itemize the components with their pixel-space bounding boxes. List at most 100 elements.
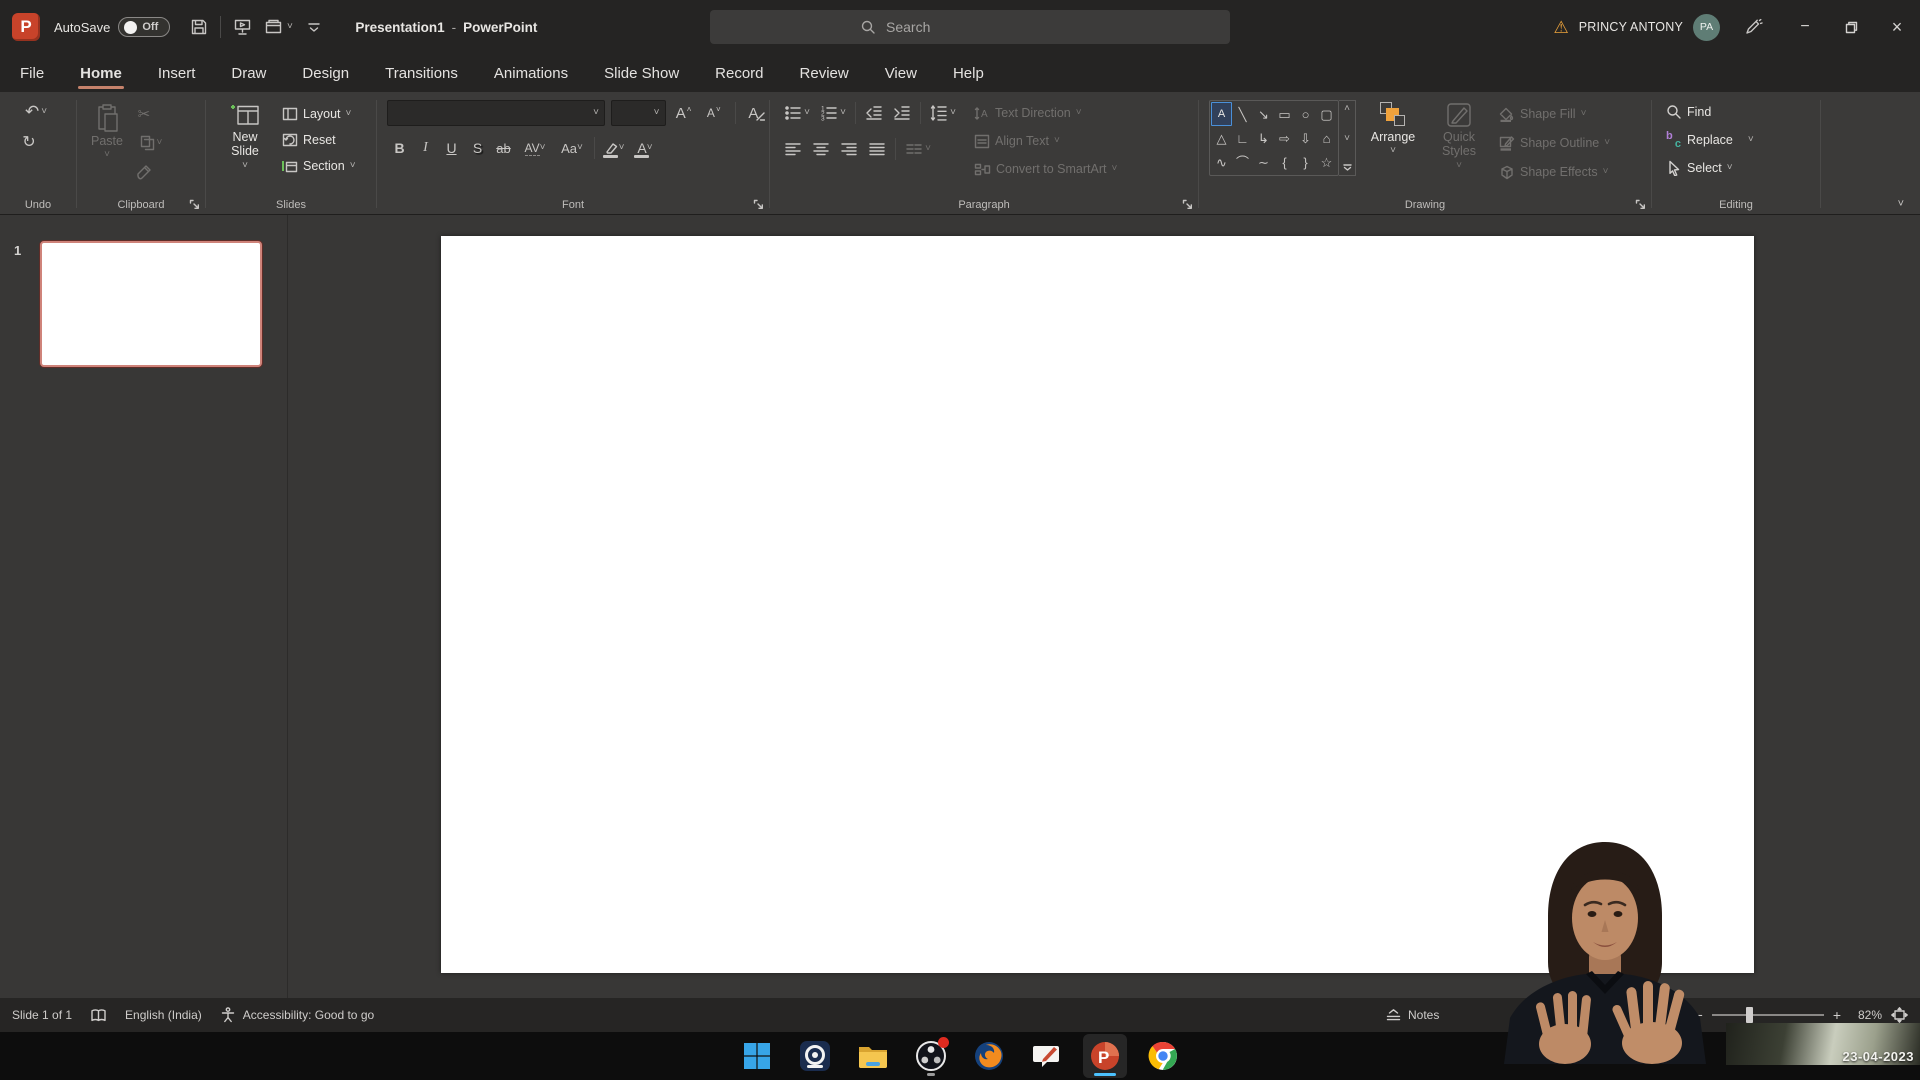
layout-button[interactable]: Layout ˅: [282, 102, 356, 126]
underline-button[interactable]: U: [439, 135, 464, 161]
fit-slide-to-window-icon[interactable]: [1891, 1007, 1908, 1023]
shape-freeform[interactable]: ⌂: [1316, 126, 1337, 150]
tab-draw[interactable]: Draw: [229, 54, 268, 92]
screen-clipping-button[interactable]: ˅: [257, 12, 299, 42]
section-button[interactable]: Section ˅: [282, 154, 356, 178]
replace-button[interactable]: b c Replace ˅: [1666, 128, 1820, 152]
line-spacing-button[interactable]: ˅: [926, 101, 960, 125]
convert-to-smartart-button[interactable]: Convert to SmartArt ˅: [974, 157, 1117, 181]
arrange-button[interactable]: Arrange ˅: [1366, 100, 1420, 184]
zoom-percent[interactable]: 82%: [1850, 1008, 1882, 1022]
increase-indent-button[interactable]: [889, 101, 915, 125]
tab-slide-show[interactable]: Slide Show: [602, 54, 681, 92]
find-button[interactable]: Find: [1666, 100, 1820, 124]
text-highlight-button[interactable]: ˅: [599, 135, 629, 161]
obs-studio-taskbar-icon[interactable]: [909, 1034, 953, 1078]
undo-button[interactable]: ↶˅: [16, 100, 56, 124]
user-name[interactable]: PRINCY ANTONY: [1579, 20, 1683, 34]
taskbar-language-indicator[interactable]: IN: [1648, 1050, 1660, 1062]
align-left-button[interactable]: [780, 137, 806, 161]
change-case-button[interactable]: Aa ˅: [554, 135, 590, 161]
bold-button[interactable]: B: [387, 135, 412, 161]
shape-line[interactable]: ╲: [1232, 102, 1253, 126]
file-explorer-taskbar-icon[interactable]: [851, 1034, 895, 1078]
clipboard-dialog-launcher[interactable]: [189, 199, 200, 210]
shape-effects-button[interactable]: Shape Effects ˅: [1498, 160, 1610, 184]
save-button[interactable]: [184, 12, 214, 42]
start-taskbar-icon[interactable]: [735, 1034, 779, 1078]
text-direction-button[interactable]: A Text Direction ˅: [974, 101, 1117, 125]
decrease-indent-button[interactable]: [861, 101, 887, 125]
slide-thumbnail[interactable]: [40, 241, 262, 367]
strikethrough-button[interactable]: ab: [491, 135, 516, 161]
tab-transitions[interactable]: Transitions: [383, 54, 460, 92]
shape-fill-button[interactable]: Shape Fill ˅: [1498, 102, 1610, 126]
spell-check-button[interactable]: [90, 1008, 107, 1023]
pen-editing-icon[interactable]: [1738, 12, 1768, 42]
zoom-out-button[interactable]: −: [1695, 1007, 1703, 1023]
new-slide-button[interactable]: New Slide ˅: [216, 100, 274, 184]
slide-indicator[interactable]: Slide 1 of 1: [12, 1008, 72, 1022]
character-spacing-button[interactable]: AV ˅: [517, 135, 553, 161]
tab-animations[interactable]: Animations: [492, 54, 570, 92]
close-button[interactable]: ×: [1874, 0, 1920, 54]
clear-formatting-button[interactable]: A: [745, 100, 769, 126]
accessibility-checker[interactable]: Accessibility: Good to go: [220, 1007, 374, 1023]
shape-block-arrow-down[interactable]: ⇩: [1295, 126, 1316, 150]
shape-star[interactable]: ☆: [1316, 150, 1337, 174]
decrease-font-size-button[interactable]: A˅: [702, 100, 726, 126]
shape-line-arrow[interactable]: ↘: [1253, 102, 1274, 126]
cut-button[interactable]: ✂: [131, 102, 157, 126]
numbering-button[interactable]: 123 ˅: [816, 101, 850, 125]
paste-button[interactable]: Paste ˅: [91, 100, 123, 184]
restore-button[interactable]: [1828, 0, 1874, 54]
gallery-more-icon[interactable]: [1343, 163, 1352, 172]
minimize-button[interactable]: −: [1782, 0, 1828, 54]
chrome-taskbar-icon[interactable]: [1141, 1034, 1185, 1078]
shape-elbow-arrow[interactable]: ↳: [1253, 126, 1274, 150]
shape-right-angle[interactable]: ∟: [1232, 126, 1253, 150]
shape-oval[interactable]: ○: [1295, 102, 1316, 126]
language-indicator[interactable]: English (India): [125, 1008, 202, 1022]
columns-button[interactable]: ˅: [901, 137, 935, 161]
quick-styles-button[interactable]: Quick Styles ˅: [1430, 100, 1488, 184]
italic-button[interactable]: I: [413, 135, 438, 161]
copy-button[interactable]: ˅: [131, 131, 171, 155]
paragraph-dialog-launcher[interactable]: [1182, 199, 1193, 210]
warning-icon[interactable]: ⚠: [1554, 19, 1569, 36]
tab-design[interactable]: Design: [300, 54, 351, 92]
shape-arc[interactable]: ⌒: [1232, 150, 1253, 174]
font-color-button[interactable]: A ˅: [630, 135, 660, 161]
zoom-slider[interactable]: [1712, 1014, 1824, 1016]
scroll-down-icon[interactable]: ˅: [1344, 134, 1350, 144]
font-dialog-launcher[interactable]: [753, 199, 764, 210]
zoom-in-button[interactable]: +: [1833, 1007, 1841, 1023]
shape-left-brace[interactable]: {: [1274, 150, 1295, 174]
font-name-combobox[interactable]: ˅: [387, 100, 605, 126]
align-right-button[interactable]: [836, 137, 862, 161]
tab-review[interactable]: Review: [798, 54, 851, 92]
font-size-combobox[interactable]: ˅: [611, 100, 666, 126]
avatar[interactable]: PA: [1693, 14, 1720, 41]
redo-button[interactable]: ↻: [16, 130, 42, 154]
shape-outline-button[interactable]: Shape Outline ˅: [1498, 131, 1610, 155]
shape-block-arrow-right[interactable]: ⇨: [1274, 126, 1295, 150]
shape-scribble[interactable]: ∿: [1211, 150, 1232, 174]
annotation-tool-taskbar-icon[interactable]: [1025, 1034, 1069, 1078]
select-button[interactable]: Select ˅: [1666, 156, 1820, 180]
align-center-button[interactable]: [808, 137, 834, 161]
tab-record[interactable]: Record: [713, 54, 765, 92]
tab-home[interactable]: Home: [78, 54, 124, 92]
powerpoint-taskbar-icon[interactable]: P: [1083, 1034, 1127, 1078]
shape-rounded-rectangle[interactable]: ▢: [1316, 102, 1337, 126]
shape-right-brace[interactable]: }: [1295, 150, 1316, 174]
format-painter-button[interactable]: [131, 160, 157, 184]
drawing-dialog-launcher[interactable]: [1635, 199, 1646, 210]
align-text-button[interactable]: Align Text ˅: [974, 129, 1117, 153]
shape-triangle[interactable]: △: [1211, 126, 1232, 150]
notes-button[interactable]: Notes: [1385, 998, 1439, 1032]
tab-file[interactable]: File: [18, 54, 46, 92]
tab-view[interactable]: View: [883, 54, 919, 92]
bullets-button[interactable]: ˅: [780, 101, 814, 125]
reset-button[interactable]: Reset: [282, 128, 356, 152]
